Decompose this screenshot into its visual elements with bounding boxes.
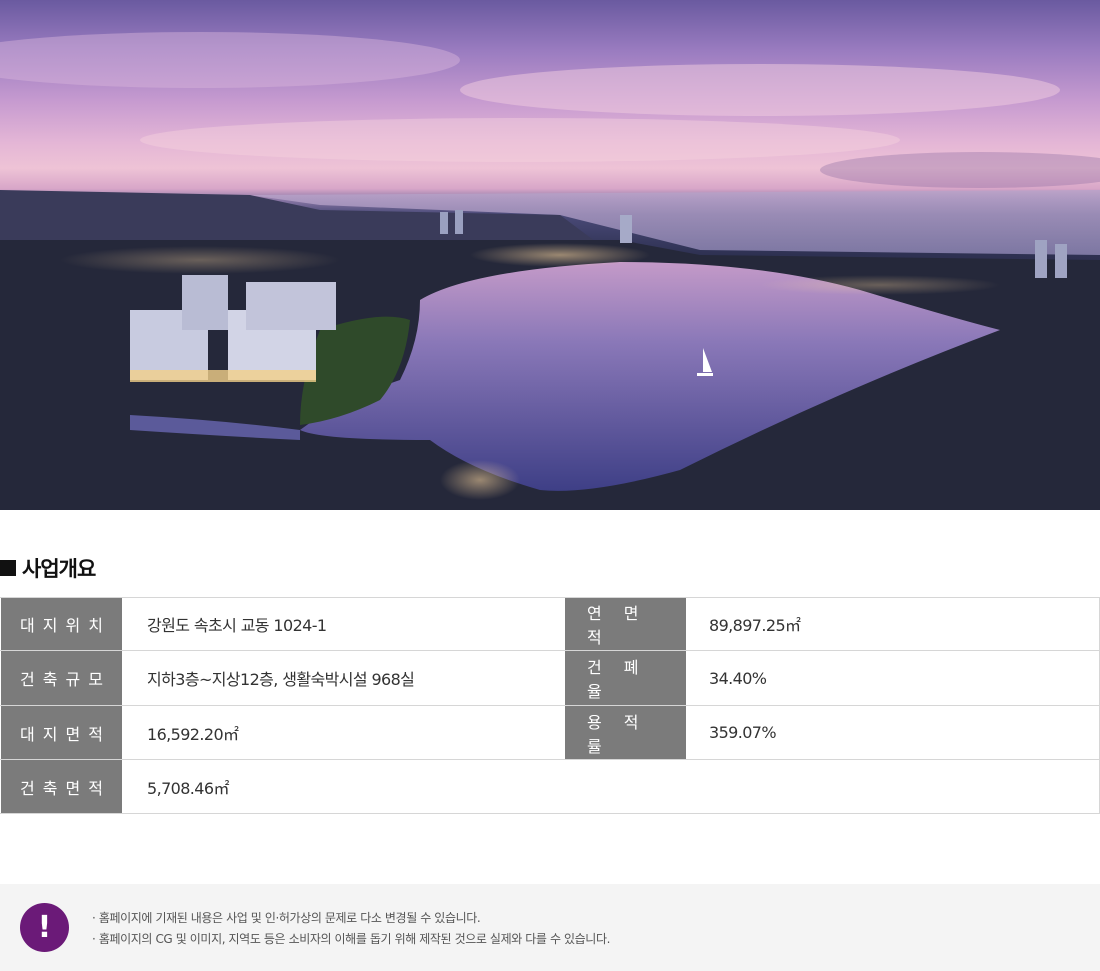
table-value-cell: 16,592.20㎡ — [147, 724, 239, 744]
section-header: 사업개요 — [0, 553, 96, 583]
table-header-cell: 건축면적 — [1, 760, 122, 813]
table-value-cell: 359.07% — [709, 723, 777, 742]
section-title: 사업개요 — [22, 557, 96, 581]
table-header-cell: 용적률 — [565, 706, 686, 759]
hero-aerial-image — [0, 0, 1100, 510]
exclamation-icon: ! — [20, 903, 69, 952]
notice-line: · 홈페이지에 기재된 내용은 사업 및 인·허가상의 문제로 다소 변경될 수… — [92, 911, 481, 925]
table-header-cell: 건폐율 — [565, 651, 686, 705]
table-header-cell: 건축규모 — [1, 651, 122, 705]
table-border — [0, 813, 1100, 814]
square-bullet-icon — [0, 560, 16, 576]
hero-illustration — [0, 32, 1100, 510]
table-header-cell: 연면적 — [565, 598, 686, 650]
table-header-cell: 대지위치 — [1, 598, 122, 650]
table-value-cell: 89,897.25㎡ — [709, 616, 801, 635]
business-overview-table: 대지위치 강원도 속초시 교동 1024-1 건축규모 지하3층~지상12층, … — [0, 597, 1100, 814]
notice-line: · 홈페이지의 CG 및 이미지, 지역도 등은 소비자의 이해를 돕기 위해 … — [92, 932, 610, 946]
notice-box: ! · 홈페이지에 기재된 내용은 사업 및 인·허가상의 문제로 다소 변경될… — [0, 884, 1100, 971]
table-value-cell: 강원도 속초시 교동 1024-1 — [147, 616, 327, 635]
notice-text: · 홈페이지에 기재된 내용은 사업 및 인·허가상의 문제로 다소 변경될 수… — [92, 908, 610, 950]
table-value-cell: 지하3층~지상12층, 생활숙박시설 968실 — [147, 670, 415, 689]
table-value-cell: 5,708.46㎡ — [147, 778, 229, 798]
table-value-cell: 34.40% — [709, 668, 767, 688]
table-header-cell: 대지면적 — [1, 706, 122, 759]
